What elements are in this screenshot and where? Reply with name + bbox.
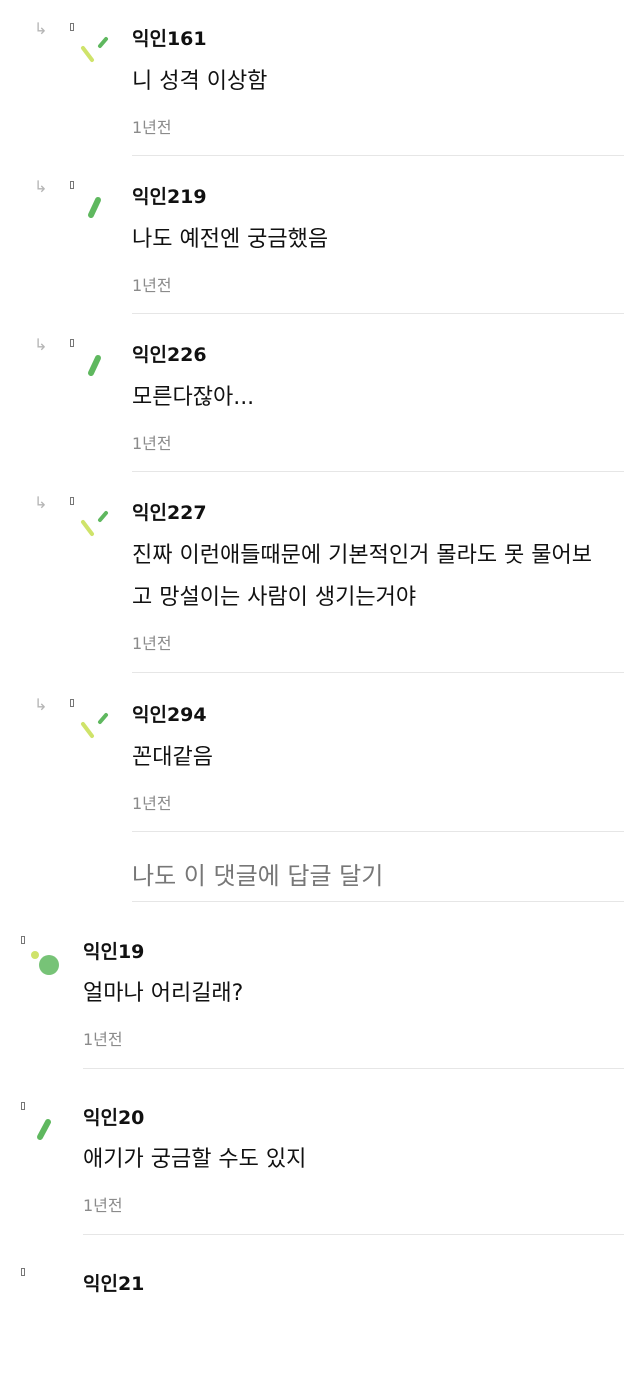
reply-author[interactable]: 익인227: [132, 498, 207, 525]
reply-time: 1년전: [132, 118, 172, 137]
comment-time: 1년전: [83, 1196, 123, 1215]
leaf-avatar-icon: [37, 1119, 51, 1140]
reply-item: ↳ 익인226 모른다잖아... 1년전: [0, 316, 640, 474]
reply-text: 진짜 이런애들때문에 기본적인거 몰라도 못 물어보 고 망설이는 사람이 생기…: [132, 535, 622, 619]
reply-arrow-icon: ↳: [34, 695, 48, 714]
reply-text-line: 모른다잖아...: [132, 385, 255, 410]
reply-text-line: 니 성격 이상함: [132, 69, 268, 94]
reply-time: 1년전: [132, 794, 172, 813]
reply-author[interactable]: 익인161: [132, 24, 207, 51]
reply-text-line: 나도 예전엔 궁금했음: [132, 227, 329, 252]
reply-time: 1년전: [132, 634, 172, 653]
comment-text: 애기가 궁금할 수도 있지: [83, 1147, 307, 1172]
comment-thread: ↳ 익인161 니 성격 이상함 1년전 ↳ 익인219 나도 예전엔 궁금했음…: [0, 0, 640, 1295]
dot-avatar-icon: [31, 951, 59, 975]
reply-time: 1년전: [132, 276, 172, 295]
comment-time: 1년전: [83, 1030, 123, 1049]
placeholder-glyph-icon: [70, 23, 74, 31]
reply-item: ↳ 익인227 진짜 이런애들때문에 기본적인거 몰라도 못 물어보 고 망설이…: [0, 474, 640, 674]
reply-author[interactable]: 익인294: [132, 700, 207, 727]
placeholder-glyph-icon: [21, 1102, 25, 1110]
reply-divider: [132, 672, 624, 673]
placeholder-glyph-icon: [70, 699, 74, 707]
reply-divider: [132, 155, 624, 156]
reply-divider: [132, 831, 624, 832]
reply-arrow-icon: ↳: [34, 19, 48, 38]
placeholder-glyph-icon: [70, 181, 74, 189]
reply-item: ↳ 익인161 니 성격 이상함 1년전: [0, 0, 640, 158]
reply-text-line: 고 망설이는 사람이 생기는거야: [132, 585, 417, 610]
reply-divider: [132, 313, 624, 314]
sparkle-avatar-icon: [81, 511, 108, 536]
reply-text: 나도 예전엔 궁금했음: [132, 219, 622, 261]
reply-arrow-icon: ↳: [34, 177, 48, 196]
reply-divider: [132, 471, 624, 472]
comment-author[interactable]: 익인21: [83, 1269, 144, 1296]
comment-item: 익인19 얼마나 어리길래? 1년전: [0, 902, 640, 1069]
comment-text: 얼마나 어리길래?: [83, 981, 244, 1006]
sparkle-avatar-icon: [81, 713, 108, 738]
comment-item: 익인20 애기가 궁금할 수도 있지 1년전: [0, 1068, 640, 1235]
leaf-avatar-icon: [88, 197, 101, 218]
placeholder-glyph-icon: [70, 339, 74, 347]
reply-arrow-icon: ↳: [34, 493, 48, 512]
reply-item: ↳ 익인219 나도 예전엔 궁금했음 1년전: [0, 158, 640, 316]
comment-author[interactable]: 익인20: [83, 1103, 144, 1130]
reply-text-line: 꼰대같음: [132, 745, 213, 770]
reply-time: 1년전: [132, 434, 172, 453]
reply-author[interactable]: 익인219: [132, 182, 207, 209]
reply-item: ↳ 익인294 꼰대같음 1년전: [0, 676, 640, 834]
write-reply-link[interactable]: 나도 이 댓글에 답글 달기: [132, 856, 383, 891]
placeholder-glyph-icon: [70, 497, 74, 505]
reply-author[interactable]: 익인226: [132, 340, 207, 367]
reply-text: 니 성격 이상함: [132, 61, 622, 103]
placeholder-glyph-icon: [21, 936, 25, 944]
reply-arrow-icon: ↳: [34, 335, 48, 354]
leaf-avatar-icon: [88, 355, 101, 376]
reply-text: 꼰대같음: [132, 737, 622, 779]
sparkle-avatar-icon: [81, 37, 108, 62]
reply-text-line: 진짜 이런애들때문에 기본적인거 몰라도 못 물어보: [132, 543, 593, 568]
reply-text: 모른다잖아...: [132, 377, 622, 419]
comment-item: 익인21: [0, 1234, 640, 1400]
placeholder-glyph-icon: [21, 1268, 25, 1276]
comment-author[interactable]: 익인19: [83, 937, 144, 964]
